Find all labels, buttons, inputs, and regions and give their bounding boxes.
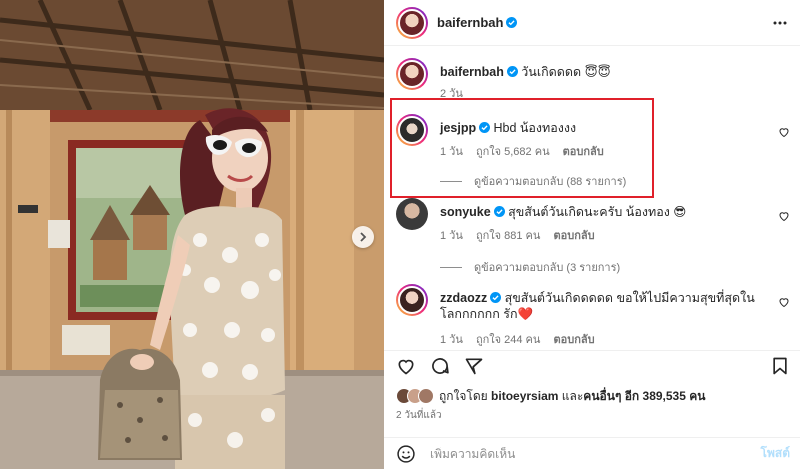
liker-avatars[interactable] [396,388,434,404]
comment-likes[interactable]: ถูกใจ 5,682 คน [476,146,550,158]
post-photo-illustration [0,0,384,469]
comment-time[interactable]: 1 วัน [440,146,463,158]
post-photo[interactable] [0,0,384,469]
comment-likes[interactable]: ถูกใจ 244 คน [476,334,540,346]
caption-avatar[interactable] [396,58,428,90]
emoji-icon[interactable] [396,444,416,464]
reply-button[interactable]: ตอบกลับ [553,230,594,242]
replies-divider [440,266,462,268]
more-options-icon[interactable] [772,15,788,31]
view-replies-button[interactable]: ดูข้อความตอบกลับ (88 รายการ) [440,172,626,190]
caption-meta: 2 วัน [440,84,473,102]
caption-username[interactable]: baifernbah [440,65,504,79]
share-icon[interactable] [464,356,484,376]
comment-icon[interactable] [430,356,450,376]
caption-text: วันเกิดดดด 😇😇 [521,65,611,79]
author-username[interactable]: baifernbah [437,15,503,30]
view-replies-label: ดูข้อความตอบกลับ (88 รายการ) [474,176,627,188]
carousel-next-button[interactable] [352,226,374,248]
post-action-bar [384,350,800,380]
likes-joiner: และ [561,388,584,403]
commenter-username[interactable]: zzdaozz [440,291,487,305]
comment-time[interactable]: 1 วัน [440,334,463,346]
comment-likes[interactable]: ถูกใจ 881 คน [476,230,540,242]
reply-button[interactable]: ตอบกลับ [553,334,594,346]
like-comment-heart-icon[interactable] [778,210,790,222]
verified-badge-icon [506,66,518,77]
add-comment-bar: โพสต์ [384,437,800,469]
post-comment-button[interactable]: โพสต์ [761,444,790,463]
liker-username[interactable]: bitoeyrsiam [491,389,558,403]
post-time-ago[interactable]: 2 วันที่แล้ว [396,408,442,423]
like-comment-heart-icon[interactable] [778,296,790,308]
view-replies-button[interactable]: ดูข้อความตอบกลับ (3 รายการ) [440,258,620,276]
post-header: baifernbah [384,0,800,46]
comment-text: สุขสันต์วันเกิดนะครับ น้องทอง 😎 [508,205,687,219]
likes-text: ถูกใจโดย bitoeyrsiam และคนอื่นๆ อีก 389,… [439,387,705,406]
commenter-username[interactable]: jesjpp [440,121,476,135]
comment-input[interactable] [430,446,730,461]
post-detail-panel: baifernbah baifernbah วันเกิดดดด 😇😇 2 วั… [384,0,800,469]
like-comment-heart-icon[interactable] [778,126,790,138]
comment-text: Hbd น้องทองงง [493,121,577,135]
comment-time[interactable]: 1 วัน [440,230,463,242]
caption-time[interactable]: 2 วัน [440,88,463,100]
commenter-username[interactable]: sonyuke [440,205,491,219]
commenter-avatar[interactable] [396,114,428,146]
heart-icon[interactable] [396,356,416,376]
reply-button[interactable]: ตอบกลับ [563,146,604,158]
view-replies-label: ดูข้อความตอบกลับ (3 รายการ) [474,262,621,274]
comment-meta: 1 วัน ถูกใจ 881 คน ตอบกลับ [440,226,605,244]
likes-prefix: ถูกใจโดย [439,388,488,403]
verified-badge-icon [490,292,502,303]
commenter-avatar[interactable] [396,284,428,316]
comment-meta: 1 วัน ถูกใจ 5,682 คน ตอบกลับ [440,142,614,160]
comment-meta: 1 วัน ถูกใจ 244 คน ตอบกลับ [440,330,605,348]
verified-badge-icon [479,122,491,133]
author-avatar[interactable] [396,6,428,39]
bookmark-icon[interactable] [770,356,790,376]
commenter-avatar[interactable] [396,198,428,230]
liker-avatar [418,388,434,404]
likes-others-count[interactable]: คนอื่นๆ อีก 389,535 คน [583,389,705,403]
verified-badge-icon [506,17,518,28]
chevron-right-icon [360,232,367,242]
likes-summary: ถูกใจโดย bitoeyrsiam และคนอื่นๆ อีก 389,… [396,386,705,406]
replies-divider [440,180,462,182]
verified-badge-icon [493,206,505,217]
